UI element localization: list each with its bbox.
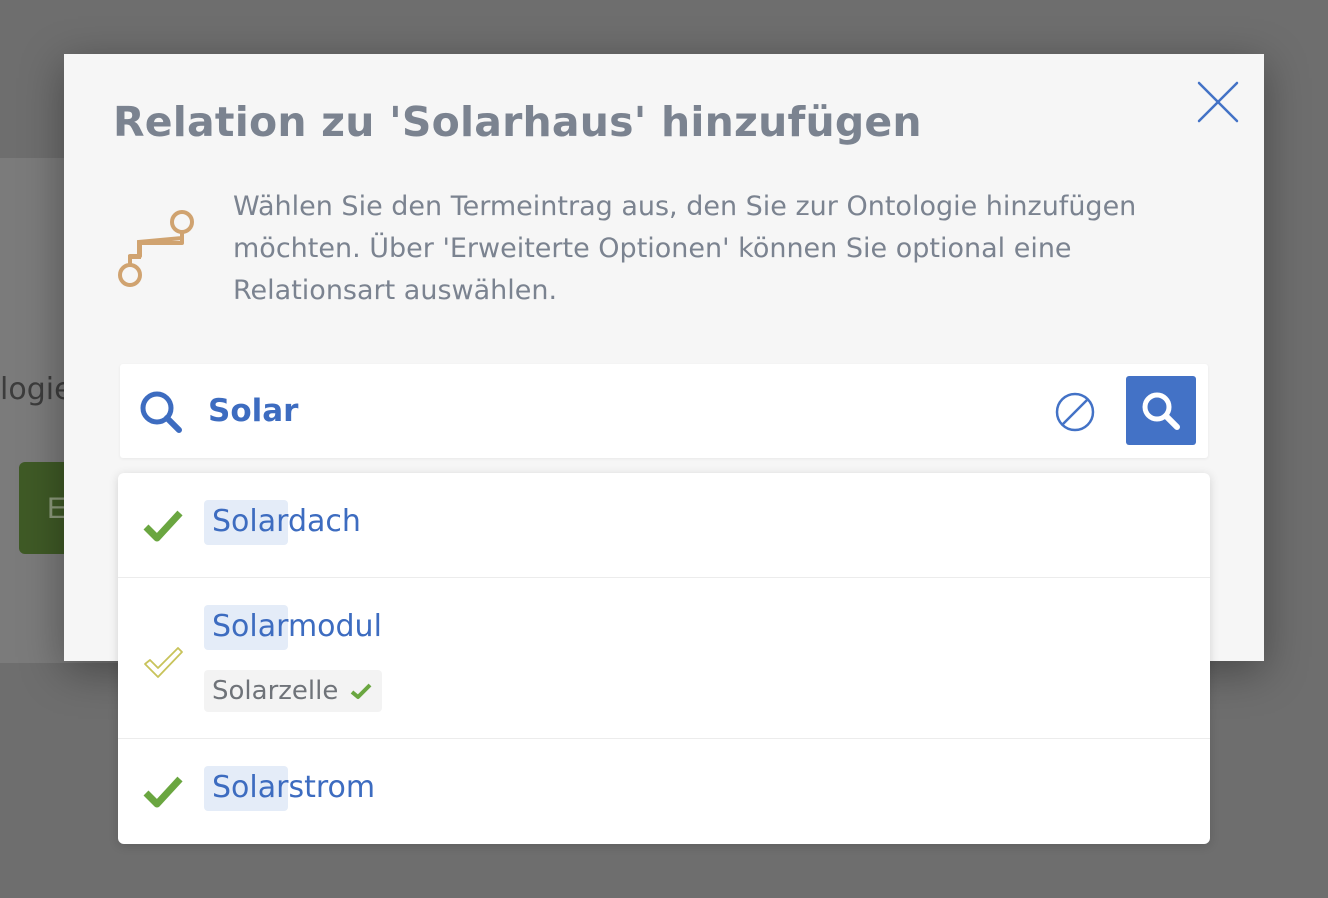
- confirmed-check-icon: [143, 510, 183, 542]
- result-label: Solarstrom: [204, 766, 376, 811]
- result-label: Solarmodul: [204, 605, 382, 650]
- result-item[interactable]: Solarmodul Solarzelle: [118, 578, 1210, 739]
- clear-search-button[interactable]: [1054, 391, 1096, 433]
- search-icon: [1142, 392, 1180, 430]
- background-text: logie: [0, 372, 73, 407]
- match-rest: dach: [287, 504, 361, 539]
- synonym-chip: Solarzelle: [204, 670, 383, 712]
- search-icon: [140, 391, 182, 433]
- clear-icon: [1055, 392, 1095, 432]
- close-button[interactable]: [1196, 80, 1240, 124]
- result-item[interactable]: Solardach: [118, 473, 1210, 578]
- unconfirmed-check-icon: [144, 647, 183, 678]
- dialog-title: Relation zu 'Solarhaus' hinzufügen: [113, 98, 922, 146]
- synonym-label: Solarzelle: [212, 676, 339, 706]
- match-rest: strom: [288, 770, 376, 805]
- match-rest: modul: [287, 609, 382, 644]
- search-submit-button[interactable]: [1126, 376, 1196, 445]
- close-icon: [1197, 81, 1239, 123]
- relation-path-icon: [118, 210, 194, 287]
- result-label: Solardach: [204, 500, 361, 545]
- synonym-check-icon: [351, 683, 372, 699]
- confirmed-check-icon: [143, 776, 183, 808]
- match-highlight: Solar: [204, 605, 288, 650]
- result-item[interactable]: Solarstrom: [118, 739, 1210, 843]
- search-results-list: Solardach Solarmodul Solarzelle Solarstr…: [118, 473, 1210, 844]
- term-search-bar: [120, 364, 1208, 458]
- search-input[interactable]: [208, 384, 1028, 438]
- dialog-description: Wählen Sie den Termeintrag aus, den Sie …: [233, 191, 1137, 306]
- match-highlight: Solar: [204, 500, 288, 545]
- match-highlight: Solar: [204, 766, 289, 811]
